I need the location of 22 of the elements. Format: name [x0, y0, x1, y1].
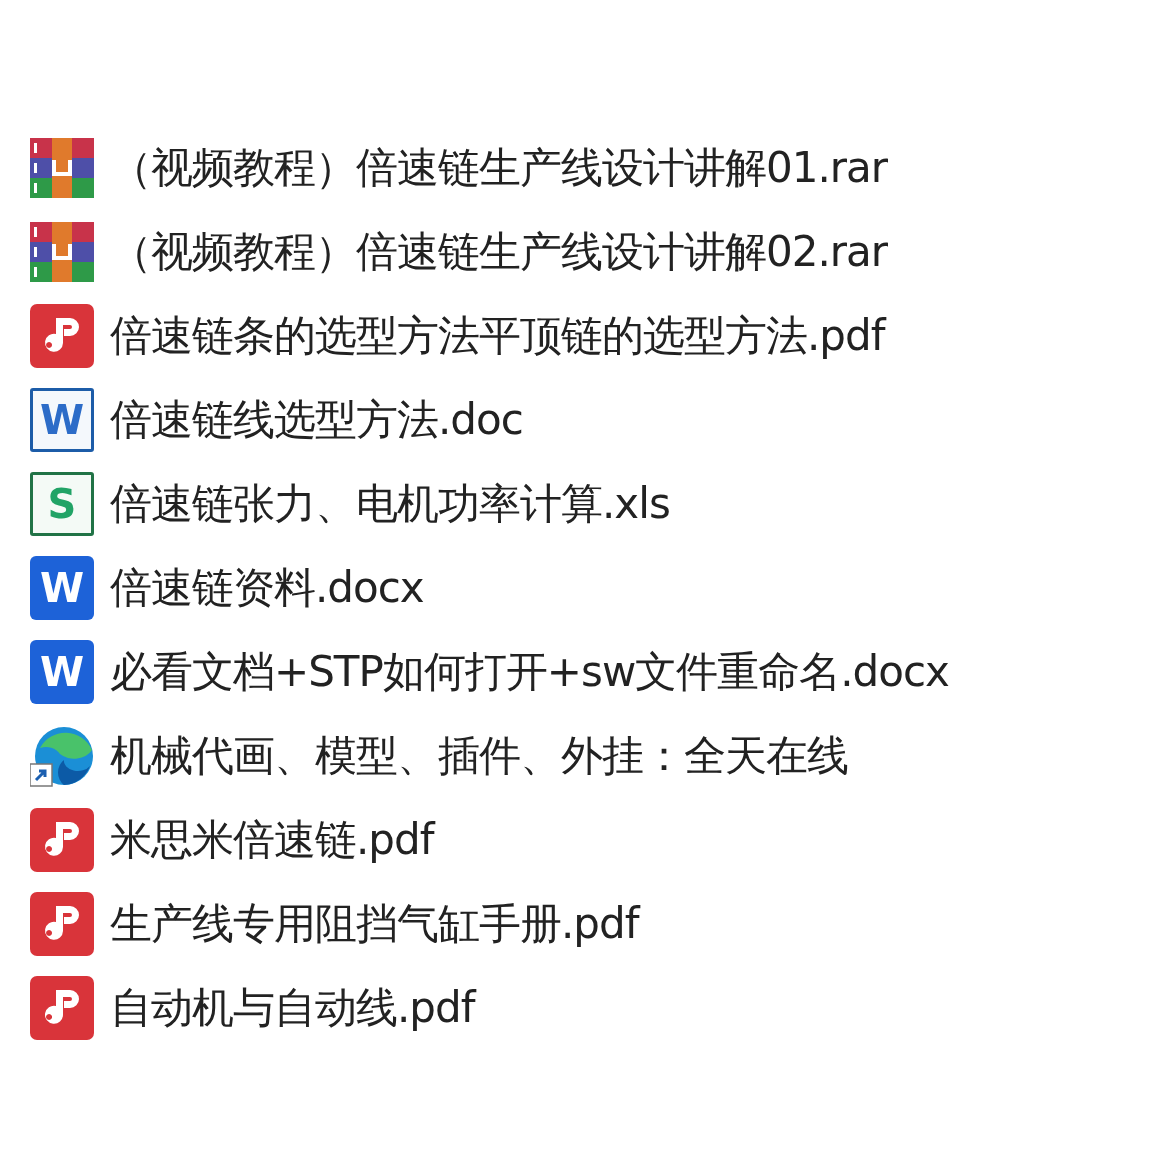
file-name[interactable]: （视频教程）倍速链生产线设计讲解02.rar	[110, 224, 888, 280]
file-name[interactable]: 米思米倍速链.pdf	[110, 812, 434, 868]
file-name[interactable]: 倍速链条的选型方法平顶链的选型方法.pdf	[110, 308, 885, 364]
file-name[interactable]: 必看文档+STP如何打开+sw文件重命名.docx	[110, 644, 949, 700]
word-document-icon: W	[30, 640, 94, 704]
pdf-icon	[30, 976, 94, 1040]
pdf-icon	[30, 808, 94, 872]
file-name[interactable]: 倍速链资料.docx	[110, 560, 424, 616]
archive-icon	[30, 138, 94, 198]
file-name[interactable]: 生产线专用阻挡气缸手册.pdf	[110, 896, 639, 952]
file-name[interactable]: 倍速链线选型方法.doc	[110, 392, 523, 448]
file-name[interactable]: 自动机与自动线.pdf	[110, 980, 475, 1036]
file-name[interactable]: 倍速链张力、电机功率计算.xls	[110, 476, 670, 532]
word-document-icon: W	[30, 556, 94, 620]
archive-icon	[30, 222, 94, 282]
spreadsheet-icon: S	[30, 472, 94, 536]
browser-shortcut-icon	[30, 724, 94, 788]
file-name[interactable]: 机械代画、模型、插件、外挂：全天在线	[110, 728, 848, 784]
word-document-icon: W	[30, 388, 94, 452]
pdf-icon	[30, 304, 94, 368]
file-name[interactable]: （视频教程）倍速链生产线设计讲解01.rar	[110, 140, 888, 196]
pdf-icon	[30, 892, 94, 956]
